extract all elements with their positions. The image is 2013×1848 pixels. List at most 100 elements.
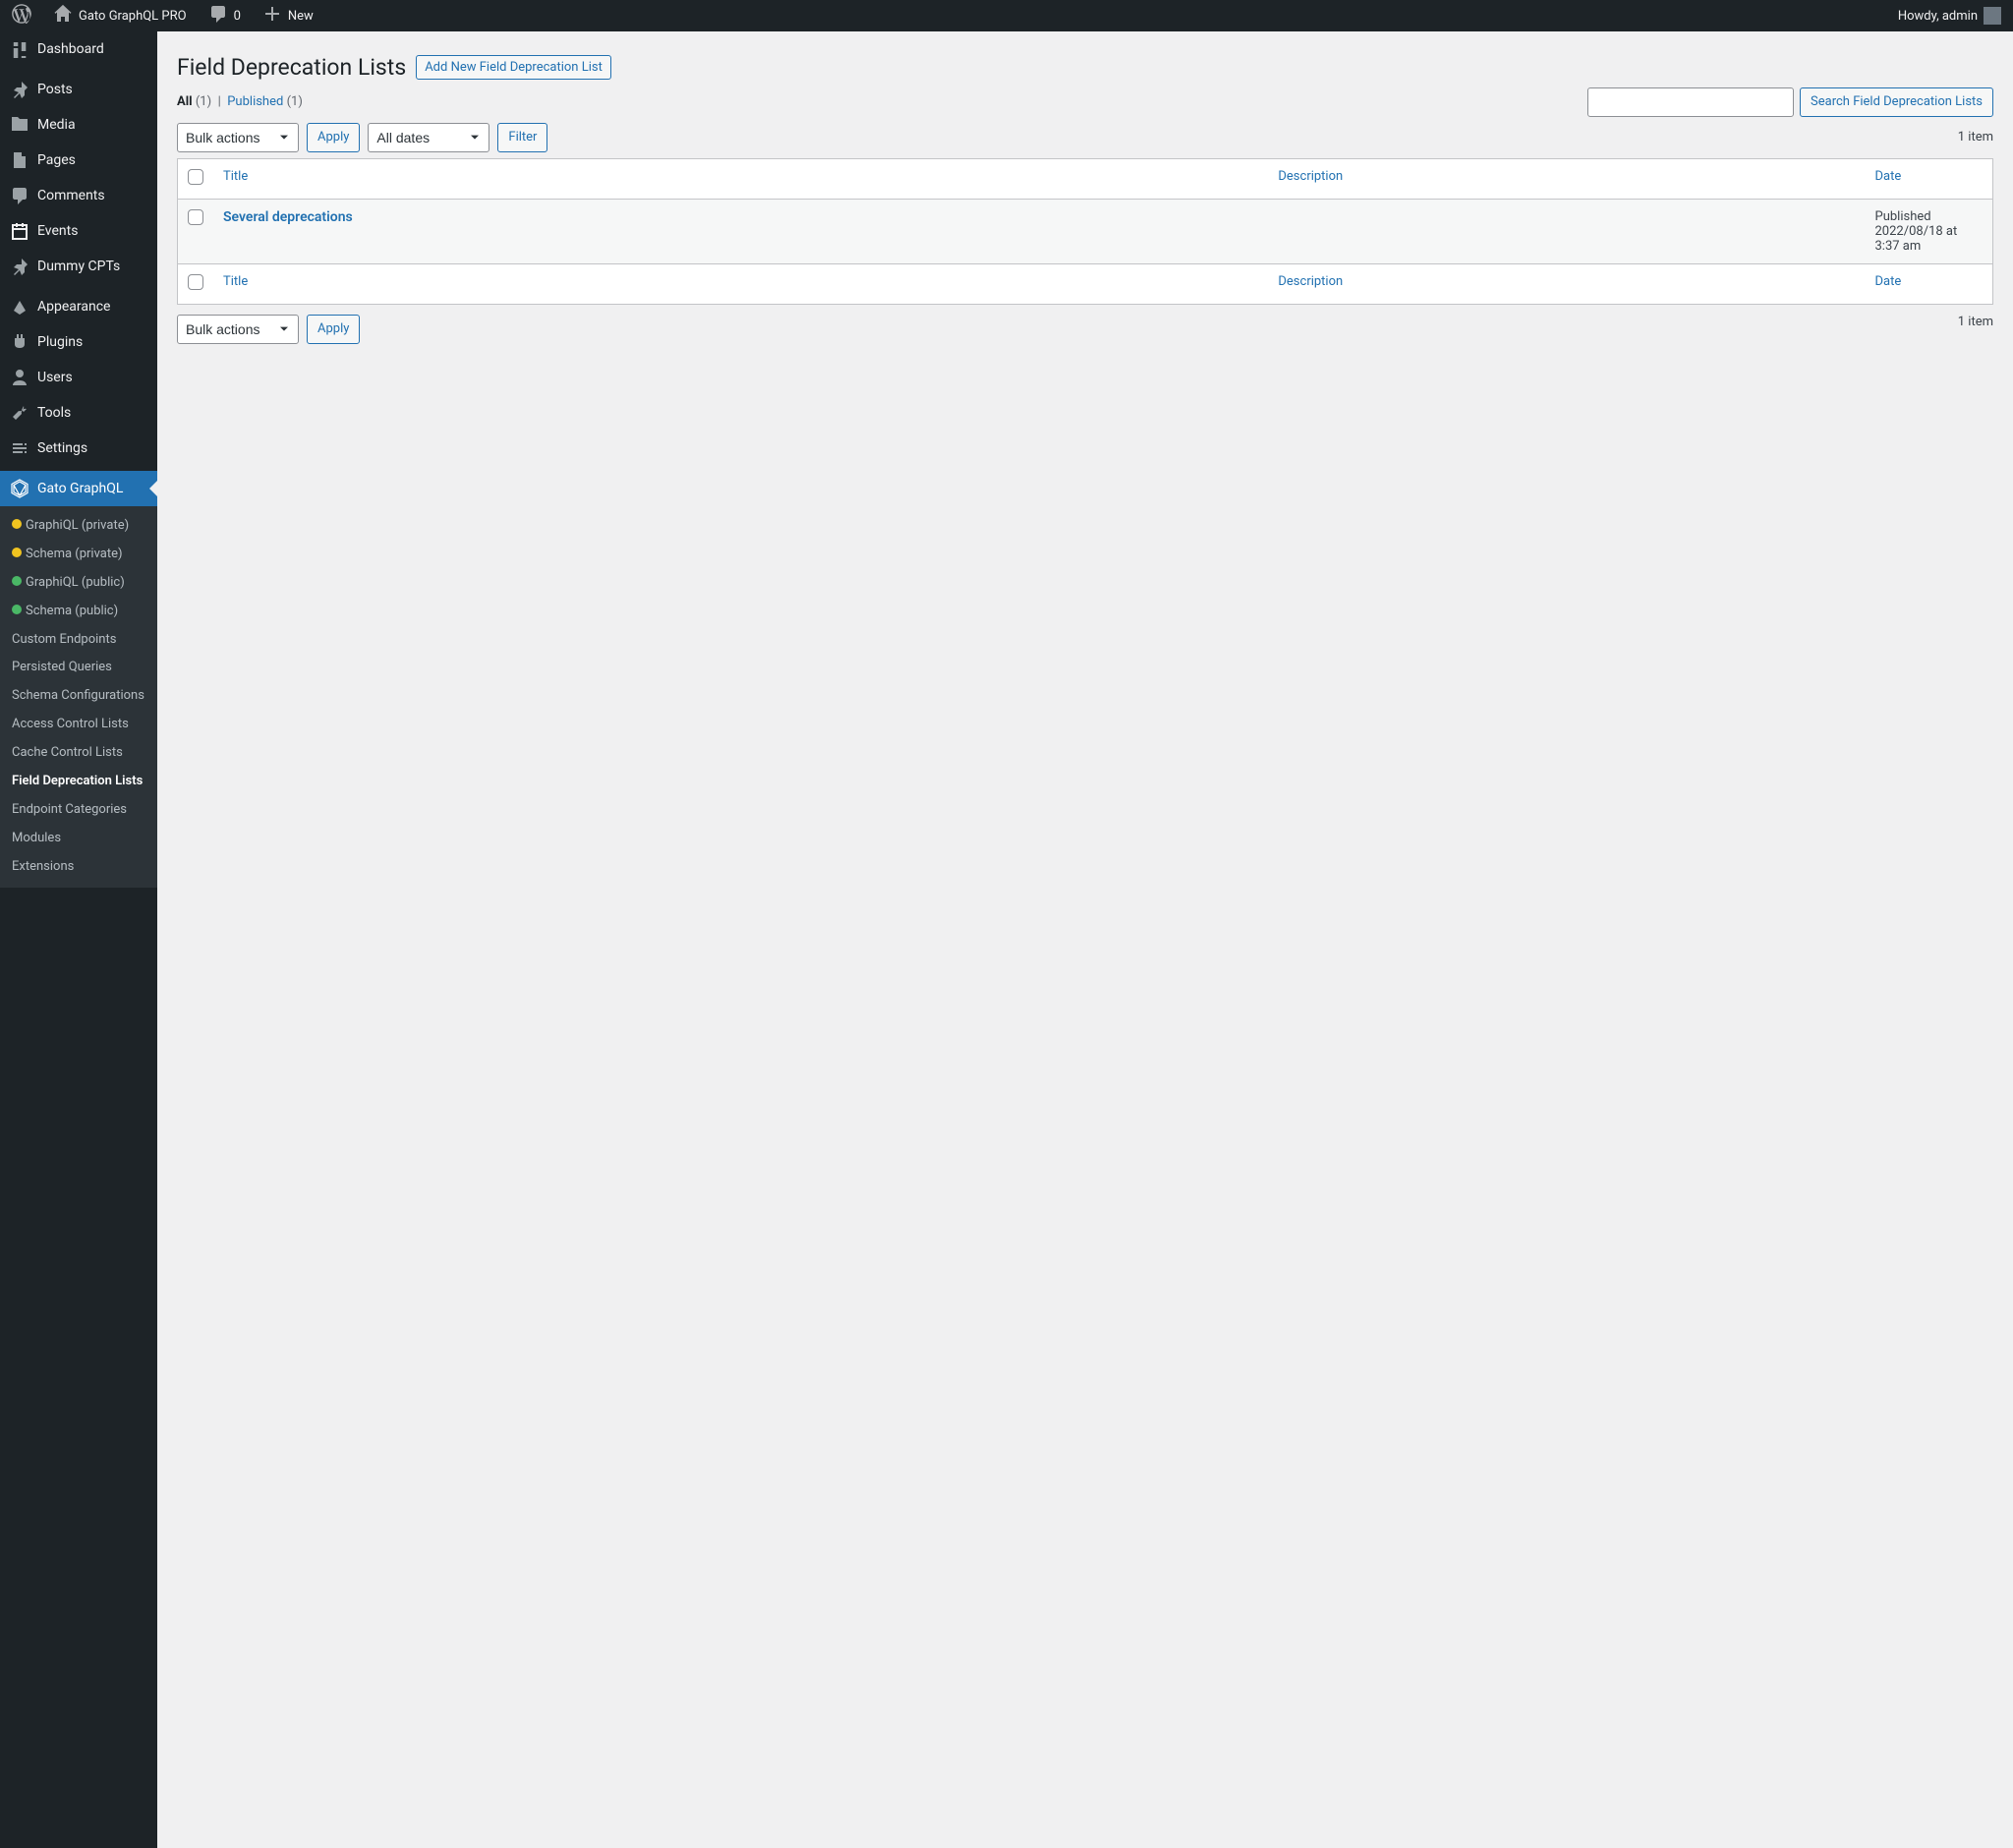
submenu-extensions[interactable]: Extensions (0, 853, 157, 882)
dot-yellow-icon (12, 548, 22, 557)
submenu-endpoint-categories[interactable]: Endpoint Categories (0, 796, 157, 825)
menu-label: Gato GraphQL (37, 481, 123, 496)
menu-comments[interactable]: Comments (0, 178, 157, 213)
menu-label: Events (37, 223, 78, 239)
plus-icon (262, 4, 282, 28)
row-date: Published 2022/08/18 at 3:37 am (1866, 199, 1993, 263)
appearance-icon (10, 297, 29, 317)
filter-all[interactable]: All (177, 94, 193, 109)
date-filter-select[interactable]: All dates (368, 123, 489, 152)
submenu-graphiql-private[interactable]: GraphiQL (private) (0, 512, 157, 541)
menu-media[interactable]: Media (0, 107, 157, 143)
comments-count: 0 (234, 9, 241, 24)
menu-dummy-cpts[interactable]: Dummy CPTs (0, 249, 157, 284)
menu-pages[interactable]: Pages (0, 143, 157, 178)
dot-yellow-icon (12, 519, 22, 529)
search-input[interactable] (1587, 87, 1794, 117)
page-icon (10, 150, 29, 170)
pin-icon (10, 257, 29, 276)
col-description-foot: Description (1268, 263, 1865, 304)
filter-all-count: (1) (196, 94, 211, 109)
menu-users[interactable]: Users (0, 360, 157, 395)
comments-link[interactable]: 0 (204, 0, 245, 31)
submenu-modules[interactable]: Modules (0, 825, 157, 853)
submenu-gato-graphql: GraphiQL (private) Schema (private) Grap… (0, 506, 157, 888)
pin-icon (10, 80, 29, 99)
dot-green-icon (12, 576, 22, 586)
search-button[interactable]: Search Field Deprecation Lists (1800, 87, 1993, 117)
apply-button-top[interactable]: Apply (307, 123, 360, 152)
site-name-link[interactable]: Gato GraphQL PRO (49, 0, 191, 31)
col-date-foot[interactable]: Date (1875, 274, 1902, 289)
submenu-field-deprecation-lists[interactable]: Field Deprecation Lists (0, 768, 157, 796)
avatar (1984, 7, 2001, 25)
select-all-bottom[interactable] (188, 274, 203, 290)
menu-label: Tools (37, 405, 71, 421)
filter-button[interactable]: Filter (497, 123, 547, 152)
submenu-access-control-lists[interactable]: Access Control Lists (0, 711, 157, 739)
submenu-cache-control-lists[interactable]: Cache Control Lists (0, 739, 157, 768)
menu-label: Comments (37, 188, 105, 203)
menu-label: Users (37, 370, 73, 385)
submenu-custom-endpoints[interactable]: Custom Endpoints (0, 626, 157, 655)
menu-dashboard[interactable]: Dashboard (0, 31, 157, 67)
item-count-top: 1 item (1958, 130, 1993, 144)
menu-gato-graphql[interactable]: Gato GraphQL (0, 471, 157, 506)
apply-button-bottom[interactable]: Apply (307, 315, 360, 344)
menu-posts[interactable]: Posts (0, 72, 157, 107)
submenu-persisted-queries[interactable]: Persisted Queries (0, 654, 157, 682)
row-title-link[interactable]: Several deprecations (223, 209, 353, 225)
col-date[interactable]: Date (1875, 169, 1902, 184)
new-label: New (288, 9, 314, 24)
graphql-icon (10, 479, 29, 498)
home-icon (53, 4, 73, 28)
submenu-graphiql-public[interactable]: GraphiQL (public) (0, 569, 157, 598)
menu-settings[interactable]: Settings (0, 431, 157, 466)
menu-label: Plugins (37, 334, 83, 350)
media-icon (10, 115, 29, 135)
site-name-text: Gato GraphQL PRO (79, 9, 187, 24)
wordpress-icon (12, 4, 31, 28)
menu-label: Dashboard (37, 41, 104, 57)
col-title-foot[interactable]: Title (223, 274, 248, 289)
submenu-schema-private[interactable]: Schema (private) (0, 541, 157, 569)
user-icon (10, 368, 29, 387)
menu-events[interactable]: Events (0, 213, 157, 249)
menu-plugins[interactable]: Plugins (0, 324, 157, 360)
howdy-text: Howdy, admin (1898, 9, 1978, 24)
row-description (1268, 199, 1865, 263)
table-row: Several deprecations Published 2022/08/1… (178, 199, 1993, 263)
dot-green-icon (12, 605, 22, 614)
status-filters: All (1) | Published (1) (177, 94, 303, 109)
menu-appearance[interactable]: Appearance (0, 289, 157, 324)
settings-icon (10, 438, 29, 458)
add-new-button[interactable]: Add New Field Deprecation List (416, 55, 611, 80)
submenu-schema-public[interactable]: Schema (public) (0, 598, 157, 626)
select-all-top[interactable] (188, 169, 203, 185)
col-description: Description (1268, 158, 1865, 199)
menu-label: Appearance (37, 299, 110, 315)
dashboard-icon (10, 39, 29, 59)
menu-label: Posts (37, 82, 73, 97)
comment-icon (208, 4, 228, 28)
col-title[interactable]: Title (223, 169, 248, 184)
menu-label: Pages (37, 152, 76, 168)
bulk-actions-select-top[interactable]: Bulk actions (177, 123, 299, 152)
tools-icon (10, 403, 29, 423)
page-title: Field Deprecation Lists (177, 53, 406, 83)
my-account[interactable]: Howdy, admin (1894, 0, 2005, 31)
filter-published[interactable]: Published (227, 94, 283, 109)
bulk-actions-select-bottom[interactable]: Bulk actions (177, 315, 299, 344)
menu-label: Dummy CPTs (37, 259, 120, 274)
menu-label: Media (37, 117, 76, 133)
menu-tools[interactable]: Tools (0, 395, 157, 431)
row-checkbox[interactable] (188, 209, 203, 225)
filter-published-count: (1) (287, 94, 303, 109)
wp-logo[interactable] (8, 0, 35, 31)
submenu-schema-configurations[interactable]: Schema Configurations (0, 682, 157, 711)
plugin-icon (10, 332, 29, 352)
calendar-icon (10, 221, 29, 241)
comment-icon (10, 186, 29, 205)
new-content-link[interactable]: New (259, 0, 317, 31)
item-count-bottom: 1 item (1958, 315, 1993, 344)
